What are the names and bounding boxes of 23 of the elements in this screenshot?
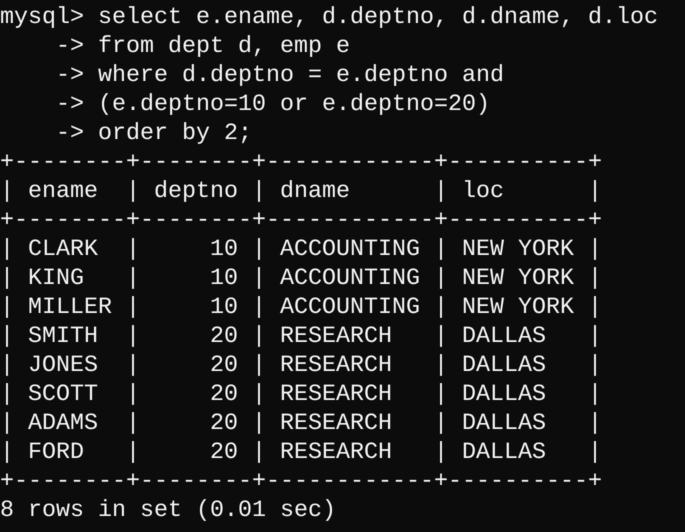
- prompt: ->: [54, 92, 84, 118]
- command-text: order by 2;: [98, 121, 252, 147]
- table-row: | JONES | 20 | RESEARCH | DALLAS |: [0, 353, 602, 379]
- command-text: (e.deptno=10 or e.deptno=20): [98, 92, 490, 118]
- table-row: | ename | deptno | dname | loc |: [0, 179, 602, 205]
- table-border: +--------+--------+------------+----------+: [0, 208, 602, 234]
- table-row: | MILLER | 10 | ACCOUNTING | NEW YORK |: [0, 295, 602, 321]
- prompt: ->: [54, 63, 84, 89]
- command-text: from dept d, emp e: [98, 34, 350, 60]
- table-row: | SCOTT | 20 | RESEARCH | DALLAS |: [0, 382, 602, 408]
- table-row: | ADAMS | 20 | RESEARCH | DALLAS |: [0, 411, 602, 437]
- table-row: | SMITH | 20 | RESEARCH | DALLAS |: [0, 324, 602, 350]
- command-text: where d.deptno = e.deptno and: [98, 63, 504, 89]
- prompt: ->: [54, 34, 84, 60]
- status-line: 8 rows in set (0.01 sec): [0, 498, 336, 524]
- table-border: +--------+--------+------------+----------+: [0, 469, 602, 495]
- prompt: ->: [54, 121, 84, 147]
- table-row: | KING | 10 | ACCOUNTING | NEW YORK |: [0, 266, 602, 292]
- table-border: +--------+--------+------------+----------+: [0, 150, 602, 176]
- prompt: mysql>: [0, 5, 84, 31]
- command-text: select e.ename, d.deptno, d.dname, d.loc: [98, 5, 658, 31]
- table-row: | CLARK | 10 | ACCOUNTING | NEW YORK |: [0, 237, 602, 263]
- table-row: | FORD | 20 | RESEARCH | DALLAS |: [0, 440, 602, 466]
